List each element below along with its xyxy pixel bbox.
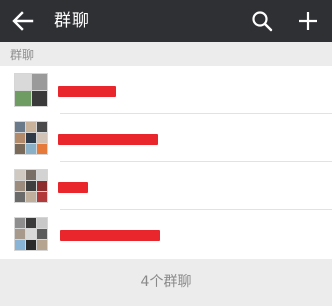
group-avatar: [14, 73, 48, 107]
page-title: 群聊: [54, 11, 90, 31]
group-row[interactable]: [0, 114, 332, 162]
group-list: [0, 66, 332, 259]
group-row[interactable]: [0, 66, 332, 114]
title-bar: 群聊: [0, 0, 332, 42]
redacted-group-name: [58, 182, 88, 193]
group-avatar: [14, 217, 48, 251]
search-icon[interactable]: [250, 9, 274, 33]
group-avatar: [14, 121, 48, 155]
plus-icon[interactable]: [296, 9, 320, 33]
group-avatar: [14, 169, 48, 203]
group-row[interactable]: [0, 162, 332, 210]
group-count: 4个群聊: [0, 259, 332, 306]
section-label: 群聊: [10, 48, 35, 62]
redacted-group-name: [58, 86, 116, 97]
back-arrow-icon[interactable]: [10, 9, 36, 33]
group-row[interactable]: [0, 210, 332, 258]
redacted-group-name: [58, 134, 158, 145]
redacted-group-name: [60, 230, 160, 241]
